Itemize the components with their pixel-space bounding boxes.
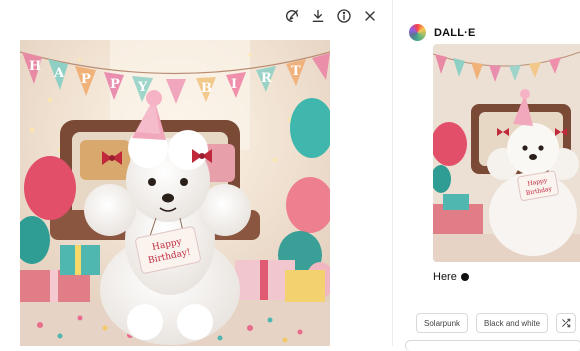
download-icon[interactable] [310, 8, 326, 24]
style-suggestions: Solarpunk Black and white [416, 313, 577, 333]
edit-brush-icon[interactable] [284, 8, 300, 24]
svg-text:T: T [291, 64, 301, 79]
svg-text:Y: Y [137, 80, 148, 95]
info-icon[interactable] [336, 8, 352, 24]
close-icon[interactable] [362, 8, 378, 24]
image-viewer-pane: H A P P Y B I R T Happy Birthday! [0, 0, 392, 346]
dalle-avatar [409, 24, 426, 41]
birthday-poodle-thumbnail: Happy Birthday [433, 44, 580, 262]
generated-image-thumbnail[interactable]: Happy Birthday [433, 44, 580, 262]
image-toolbar [284, 8, 378, 24]
gpt-header: DALL·E [409, 24, 476, 41]
gpt-name: DALL·E [434, 26, 476, 39]
svg-text:I: I [231, 77, 237, 92]
svg-text:P: P [110, 77, 120, 92]
generated-image[interactable]: H A P P Y B I R T Happy Birthday! [20, 40, 330, 346]
message-text: Here [433, 271, 457, 283]
svg-text:A: A [53, 66, 65, 81]
suggestion-chip-black-and-white[interactable]: Black and white [476, 313, 549, 333]
svg-text:B: B [201, 81, 212, 96]
suggestion-chip-solarpunk[interactable]: Solarpunk [416, 313, 469, 333]
streaming-cursor-icon [460, 273, 469, 281]
shuffle-icon[interactable] [556, 313, 577, 333]
svg-text:H: H [29, 59, 41, 74]
assistant-message: Here [433, 271, 469, 283]
chat-pane: DALL·E Happy Birthday Here Solarpunk Bla… [393, 0, 580, 351]
svg-text:P: P [81, 72, 91, 87]
birthday-poodle-illustration: H A P P Y B I R T Happy Birthday! [20, 40, 330, 346]
svg-text:R: R [261, 71, 272, 86]
